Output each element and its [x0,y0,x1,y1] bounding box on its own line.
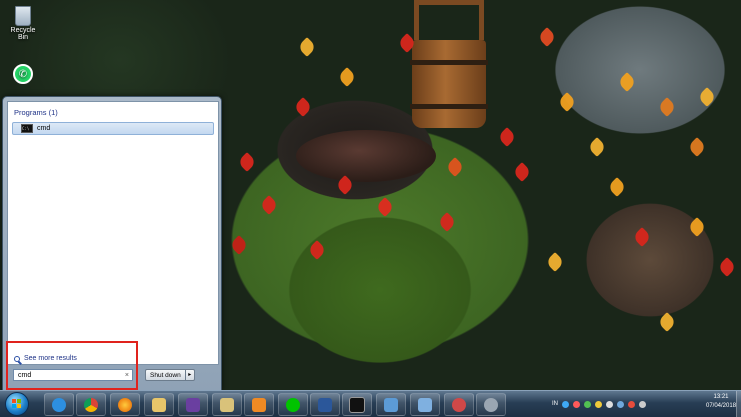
volume-icon[interactable] [639,400,646,408]
paint-icon [452,397,466,412]
whatsapp-shortcut[interactable]: ✆ [6,64,40,84]
maple-leaf [632,227,652,247]
shutdown-button[interactable]: Shut down [145,369,186,381]
maple-leaf [545,252,565,272]
taskbar-internet-explorer[interactable] [44,393,74,416]
maple-leaf [537,27,557,47]
command-prompt-icon [349,396,365,413]
window-icon [418,397,432,412]
maple-leaf [375,197,395,217]
maple-leaf [557,92,577,112]
shutdown-control: Shut down ▸ [145,369,195,381]
search-results-panel: Programs (1) C:\ cmd See more results [7,101,219,365]
network-icon [384,397,398,412]
search-result-label: cmd [37,125,51,132]
maple-leaf [717,257,737,277]
taskbar-folder[interactable] [212,393,242,416]
recycle-bin-icon [15,6,31,26]
recycle-bin-shortcut[interactable]: Recycle Bin [6,6,40,41]
maple-leaf [229,235,249,255]
tray-app-icon[interactable] [606,400,613,408]
line-icon [286,397,300,412]
tray-app-icon[interactable] [595,400,602,408]
language-indicator[interactable]: IN [552,401,558,407]
maple-leaf [687,217,707,237]
taskbar-file-explorer[interactable] [144,393,174,416]
tray-app-icon[interactable] [573,400,580,408]
maple-leaf [657,97,677,117]
taskbar: IN 13:21 07/04/2018 [0,390,741,417]
whatsapp-icon: ✆ [13,64,33,84]
maple-leaf [445,157,465,177]
media-player-icon [252,397,266,412]
taskbar-media-player[interactable] [244,393,274,416]
stone-basin-water [296,130,436,182]
taskbar-word[interactable] [310,393,340,416]
show-desktop-button[interactable] [736,391,741,417]
maple-leaf [617,72,637,92]
maple-leaf [497,127,517,147]
maple-leaf [687,137,707,157]
bucket-band [410,104,488,109]
maple-leaf [697,87,717,107]
taskbar-settings[interactable] [476,393,506,416]
maple-leaf [437,212,457,232]
chrome-icon [84,397,98,412]
visual-studio-icon [186,397,200,412]
maple-leaf [307,240,327,260]
maple-leaf [337,67,357,87]
internet-explorer-icon [52,397,66,412]
taskbar-visual-studio[interactable] [178,393,208,416]
maple-leaf [297,37,317,57]
wooden-bucket [412,40,486,128]
clock-date: 07/04/2018 [706,403,737,409]
maple-leaf [237,152,257,172]
tray-app-icon[interactable] [584,400,591,408]
network-status-icon[interactable] [617,400,624,408]
maple-leaf [259,195,279,215]
programs-section-title: Programs (1) [14,108,58,117]
folder-icon [220,397,234,412]
start-button[interactable] [5,392,29,416]
settings-icon [484,397,498,412]
taskbar-network[interactable] [376,393,406,416]
taskbar-chrome[interactable] [76,393,106,416]
tray-app-icon[interactable] [562,400,569,408]
taskbar-window[interactable] [410,393,440,416]
firefox-icon [118,397,132,412]
taskbar-line[interactable] [278,393,308,416]
word-icon [318,397,332,412]
tray-alert-icon[interactable] [628,400,635,408]
taskbar-command-prompt[interactable] [342,393,372,416]
file-explorer-icon [152,397,166,412]
bucket-handle [414,0,484,40]
search-result-cmd[interactable]: C:\ cmd [12,122,214,135]
recycle-bin-label: Recycle Bin [10,27,36,41]
annotation-highlight-box [6,341,138,390]
clock-time: 13:21 [713,394,729,400]
maple-leaf [293,97,313,117]
taskbar-firefox[interactable] [110,393,140,416]
bucket-band [410,60,488,65]
maple-leaf [512,162,532,182]
maple-leaf [587,137,607,157]
maple-leaf [657,312,677,332]
system-tray: IN [552,394,646,414]
windows-logo-icon [12,399,16,403]
taskbar-clock[interactable]: 13:21 07/04/2018 [706,393,736,411]
maple-leaf [607,177,627,197]
command-prompt-icon: C:\ [21,124,33,133]
taskbar-paint[interactable] [444,393,474,416]
shutdown-options-arrow[interactable]: ▸ [185,369,195,381]
